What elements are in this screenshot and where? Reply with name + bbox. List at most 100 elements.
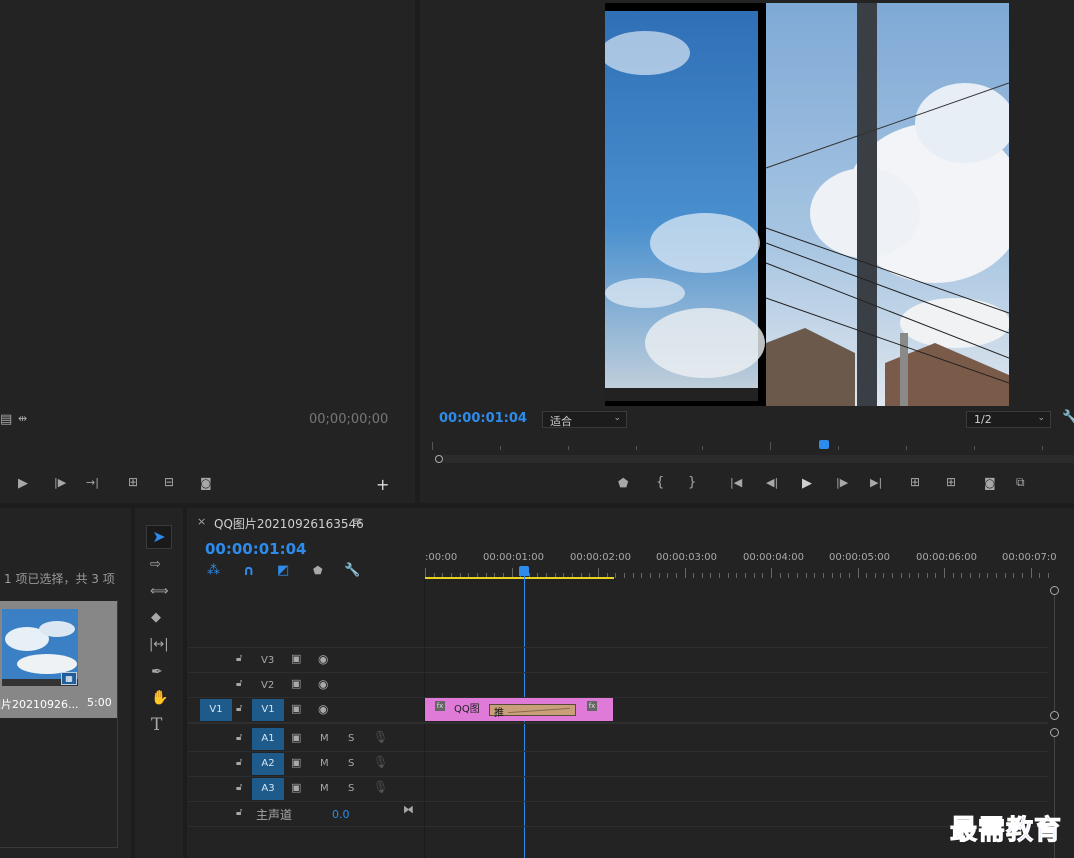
compare-view-icon[interactable]: ⧉ (1016, 476, 1025, 488)
camera-icon[interactable]: ◙ (200, 477, 212, 489)
fit-select[interactable]: 适合 ⌄ (542, 411, 627, 428)
sync-lock-icon[interactable]: ▣ (291, 703, 301, 714)
step-forward-icon[interactable]: |▶ (836, 477, 848, 488)
master-volume-value[interactable]: 0.0 (332, 808, 350, 821)
ruler-tick (736, 573, 738, 578)
lift-icon[interactable]: ⊞ (910, 476, 920, 488)
type-tool-icon[interactable]: T (151, 717, 162, 734)
lock-icon[interactable]: 🔓︎ (236, 679, 242, 689)
sequence-tab-title[interactable]: QQ图片20210926163546 (214, 515, 364, 532)
camera-icon[interactable]: ◙ (984, 477, 996, 489)
selection-tool-icon[interactable]: ➤ (146, 525, 172, 549)
lock-icon[interactable]: 🔓︎ (236, 654, 242, 664)
solo-button[interactable]: S (348, 758, 354, 769)
linked-selection-icon[interactable]: ◩ (277, 564, 289, 577)
lock-icon[interactable]: 🔓︎ (236, 808, 242, 818)
step-back-icon[interactable]: ◀| (766, 477, 778, 488)
eye-icon[interactable]: ◉ (318, 653, 328, 665)
go-to-out-icon[interactable]: →| (86, 477, 99, 488)
source-timecode[interactable]: 00;00;00;00 (309, 412, 388, 427)
ruler-tick (701, 573, 703, 578)
overwrite-icon[interactable]: ⊟ (164, 476, 174, 488)
insert-icon[interactable]: ⊞ (128, 476, 138, 488)
mark-in-icon[interactable]: { (656, 476, 664, 489)
close-tab-icon[interactable]: × (197, 515, 206, 528)
step-forward-icon[interactable]: |▶ (54, 477, 66, 488)
ruler-tick (693, 573, 695, 578)
track-label-v2[interactable]: V2 (261, 680, 274, 691)
track-target-a1[interactable]: A1 (252, 728, 284, 750)
nest-icon[interactable]: ⁂ (207, 564, 220, 577)
hand-tool-icon[interactable]: ✋ (151, 691, 168, 705)
fit-select-value: 适合 (550, 415, 572, 428)
lock-icon[interactable]: 🔓︎ (236, 733, 242, 743)
go-to-in-icon[interactable]: |◀ (730, 477, 742, 488)
timeline-playhead[interactable] (519, 566, 529, 576)
ruler-tick (796, 573, 798, 578)
sync-lock-icon[interactable]: ▣ (291, 653, 301, 664)
pen-tool-icon[interactable]: ✒ (151, 665, 163, 679)
ruler-tick (649, 573, 651, 578)
microphone-icon[interactable]: 🎙︎ (373, 781, 388, 793)
master-track-label: 主声道 (256, 808, 293, 822)
audio-only-icon[interactable]: ⇹ (18, 413, 27, 424)
track-label-v3[interactable]: V3 (261, 655, 274, 666)
tab-menu-icon[interactable]: ≡ (352, 514, 362, 528)
lock-icon[interactable]: 🔓︎ (236, 783, 242, 793)
track-select-tool-icon[interactable]: ⇨ (150, 558, 161, 571)
video-clip[interactable]: fx QQ图 推 fx (425, 698, 613, 721)
snap-icon[interactable]: ∩ (243, 564, 254, 578)
program-playhead[interactable] (819, 440, 829, 449)
solo-button[interactable]: S (348, 783, 354, 794)
timeline-timecode[interactable]: 00:00:01:04 (205, 540, 307, 558)
go-to-end-icon[interactable]: ⧓ (403, 804, 414, 815)
ruler-tick (727, 573, 729, 578)
sync-lock-icon[interactable]: ▣ (291, 732, 301, 743)
ruler-tick (805, 573, 807, 578)
solo-button[interactable]: S (348, 733, 354, 744)
sync-lock-icon[interactable]: ▣ (291, 782, 301, 793)
sync-lock-icon[interactable]: ▣ (291, 678, 301, 689)
ripple-edit-tool-icon[interactable]: ⟺ (150, 585, 169, 598)
mute-button[interactable]: M (320, 758, 329, 769)
wrench-icon[interactable]: 🔧 (344, 564, 360, 577)
eye-icon[interactable]: ◉ (318, 703, 328, 715)
sync-lock-icon[interactable]: ▣ (291, 757, 301, 768)
slip-tool-icon[interactable]: |↔| (149, 638, 169, 651)
video-tracks-scrollbar[interactable] (1050, 586, 1059, 720)
program-timecode[interactable]: 00:00:01:04 (439, 411, 527, 426)
work-area-bar[interactable] (425, 577, 614, 579)
resolution-select[interactable]: 1/2 ⌄ (966, 411, 1051, 428)
microphone-icon[interactable]: 🎙︎ (373, 756, 388, 768)
track-target-v1[interactable]: V1 (252, 699, 284, 721)
go-to-out-icon[interactable]: ▶| (870, 477, 882, 488)
track-target-a2[interactable]: A2 (252, 753, 284, 775)
add-marker-icon[interactable]: ⬟ (313, 565, 323, 576)
play-icon[interactable]: ▶ (18, 477, 28, 490)
transition-block[interactable]: 推 (489, 704, 576, 719)
chevron-down-icon: ⌄ (613, 413, 621, 423)
mark-out-icon[interactable]: } (688, 476, 696, 489)
add-button-icon[interactable]: + (376, 477, 389, 493)
settings-icon[interactable]: ▤ (0, 413, 12, 426)
play-icon[interactable]: ▶ (802, 477, 812, 490)
ruler-tick (1004, 573, 1006, 578)
track-target-a3[interactable]: A3 (252, 778, 284, 800)
program-zoom-bar[interactable] (435, 455, 1074, 463)
lock-icon[interactable]: 🔓︎ (236, 704, 242, 714)
microphone-icon[interactable]: 🎙︎ (373, 731, 388, 743)
program-ruler[interactable] (432, 440, 1074, 452)
fx-badge-icon: fx (587, 701, 597, 711)
mute-button[interactable]: M (320, 733, 329, 744)
razor-tool-icon[interactable]: ◆ (151, 611, 161, 624)
extract-icon[interactable]: ⊞ (946, 476, 956, 488)
add-marker-icon[interactable]: ⬟ (618, 477, 628, 489)
ruler-tick (675, 573, 677, 578)
project-item[interactable]: ▦ 图片20210926... 5:00 (0, 601, 118, 718)
mute-button[interactable]: M (320, 783, 329, 794)
wrench-icon[interactable]: 🔧 (1062, 411, 1074, 424)
source-patch-v1[interactable]: V1 (200, 699, 232, 721)
ruler-tick (632, 573, 634, 578)
eye-icon[interactable]: ◉ (318, 678, 328, 690)
lock-icon[interactable]: 🔓︎ (236, 758, 242, 768)
